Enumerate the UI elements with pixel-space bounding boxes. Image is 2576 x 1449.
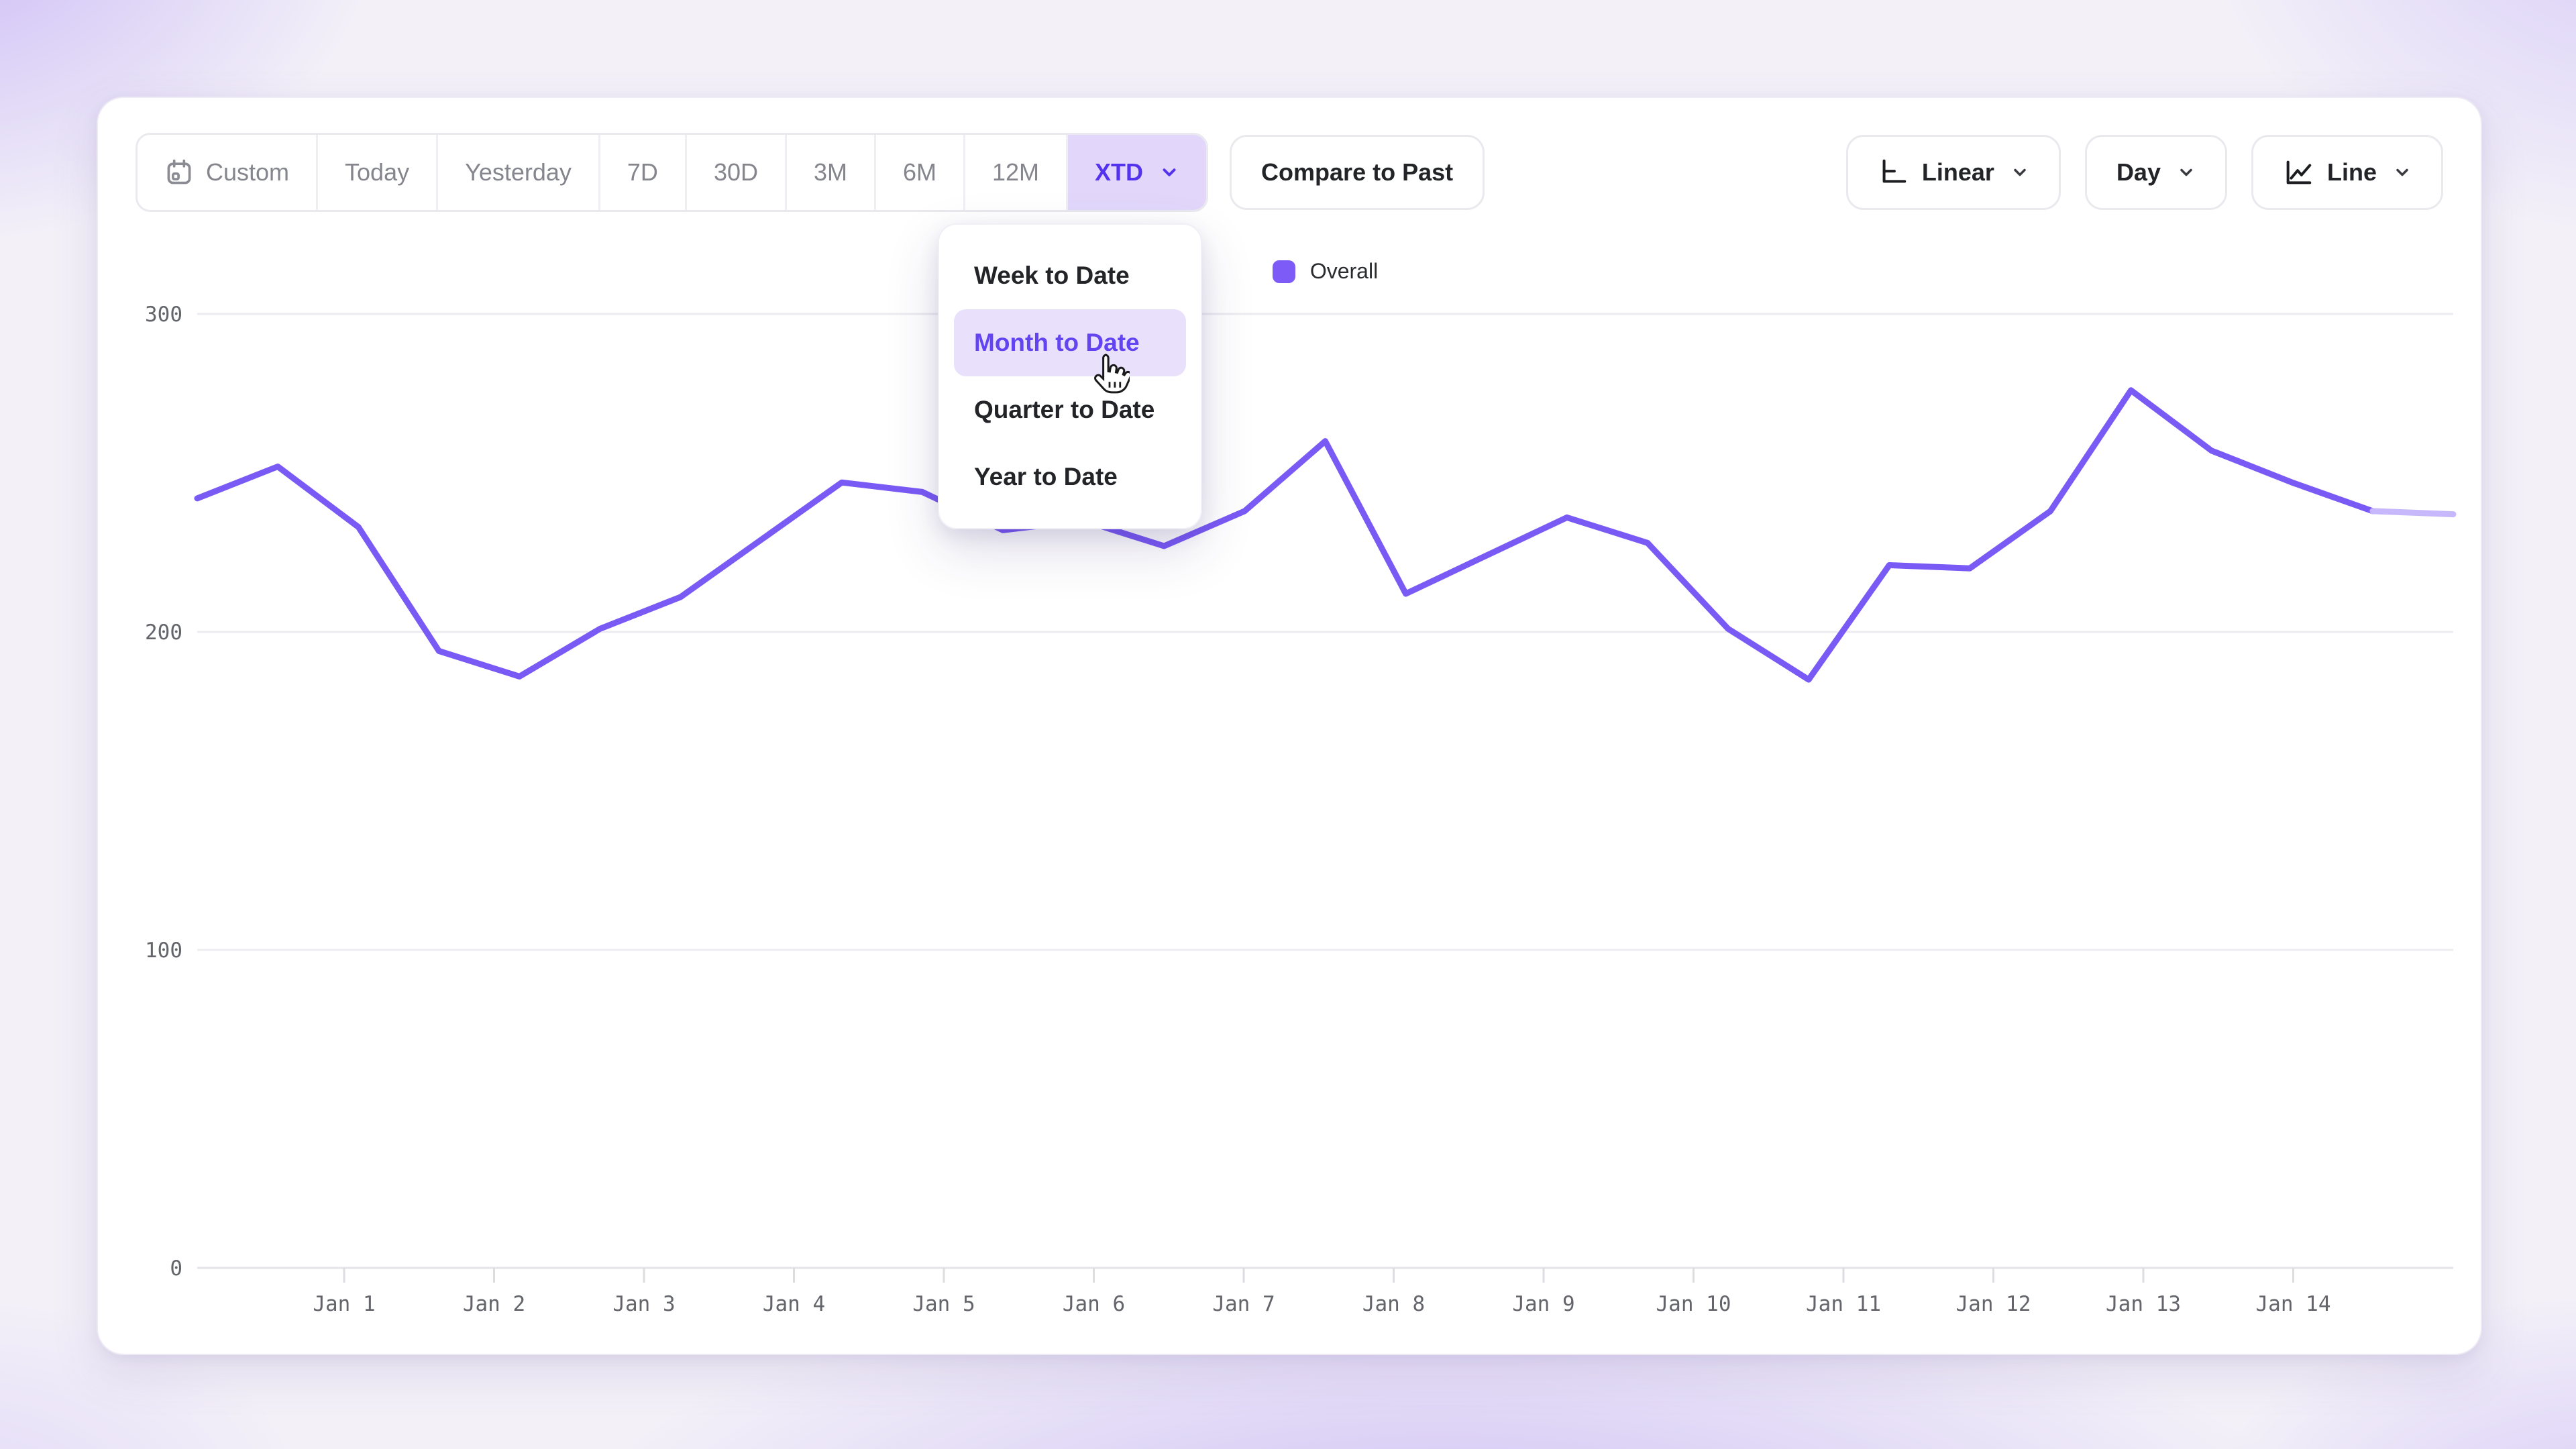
x-tick-label: Jan 1 (313, 1292, 375, 1316)
legend-label: Overall (1310, 259, 1378, 284)
x-tick-label: Jan 3 (612, 1292, 675, 1316)
x-tick-label: Jan 10 (1656, 1292, 1731, 1316)
x-tick-label: Jan 12 (1956, 1292, 2031, 1316)
dropdown-item-year-to-date[interactable]: Year to Date (954, 443, 1186, 511)
x-tick-label: Jan 14 (2256, 1292, 2331, 1316)
x-tick-label: Jan 2 (463, 1292, 525, 1316)
x-tick-label: Jan 4 (763, 1292, 825, 1316)
y-axis-labels: 0 100 200 300 (145, 303, 182, 1281)
x-tick-label: Jan 8 (1362, 1292, 1425, 1316)
y-tick-label: 100 (145, 938, 182, 963)
x-tick-label: Jan 6 (1063, 1292, 1125, 1316)
screen: { "toolbar": { "ranges": ["Custom", "Tod… (0, 0, 2576, 1449)
legend: Overall (197, 259, 2453, 284)
dropdown-item-quarter-to-date[interactable]: Quarter to Date (954, 376, 1186, 443)
series-projection (2373, 511, 2453, 515)
x-tick-label: Jan 7 (1212, 1292, 1275, 1316)
line-chart: 0 100 200 300 Jan 1 Jan 2 Jan 3 Jan 4 Jan 5 Jan 6… (98, 98, 2481, 1354)
legend-swatch (1273, 260, 1295, 283)
dropdown-item-week-to-date[interactable]: Week to Date (954, 242, 1186, 309)
x-axis-labels: Jan 1 Jan 2 Jan 3 Jan 4 Jan 5 Jan 6 Jan 7 Jan 8… (313, 1292, 2330, 1316)
x-axis-ticks (344, 1268, 2294, 1283)
x-tick-label: Jan 13 (2106, 1292, 2181, 1316)
x-tick-label: Jan 5 (912, 1292, 975, 1316)
chart-card: CustomTodayYesterday7D30D3M6M12MXTD Comp… (97, 97, 2482, 1355)
x-tick-label: Jan 9 (1512, 1292, 1574, 1316)
dropdown-item-month-to-date[interactable]: Month to Date (954, 309, 1186, 376)
x-tick-label: Jan 11 (1806, 1292, 1881, 1316)
y-tick-label: 300 (145, 303, 182, 327)
y-gridlines (197, 314, 2453, 1268)
y-tick-label: 0 (170, 1256, 182, 1281)
y-tick-label: 200 (145, 621, 182, 645)
series-line (197, 390, 2373, 680)
period-dropdown-menu: Week to DateMonth to DateQuarter to Date… (938, 223, 1202, 529)
